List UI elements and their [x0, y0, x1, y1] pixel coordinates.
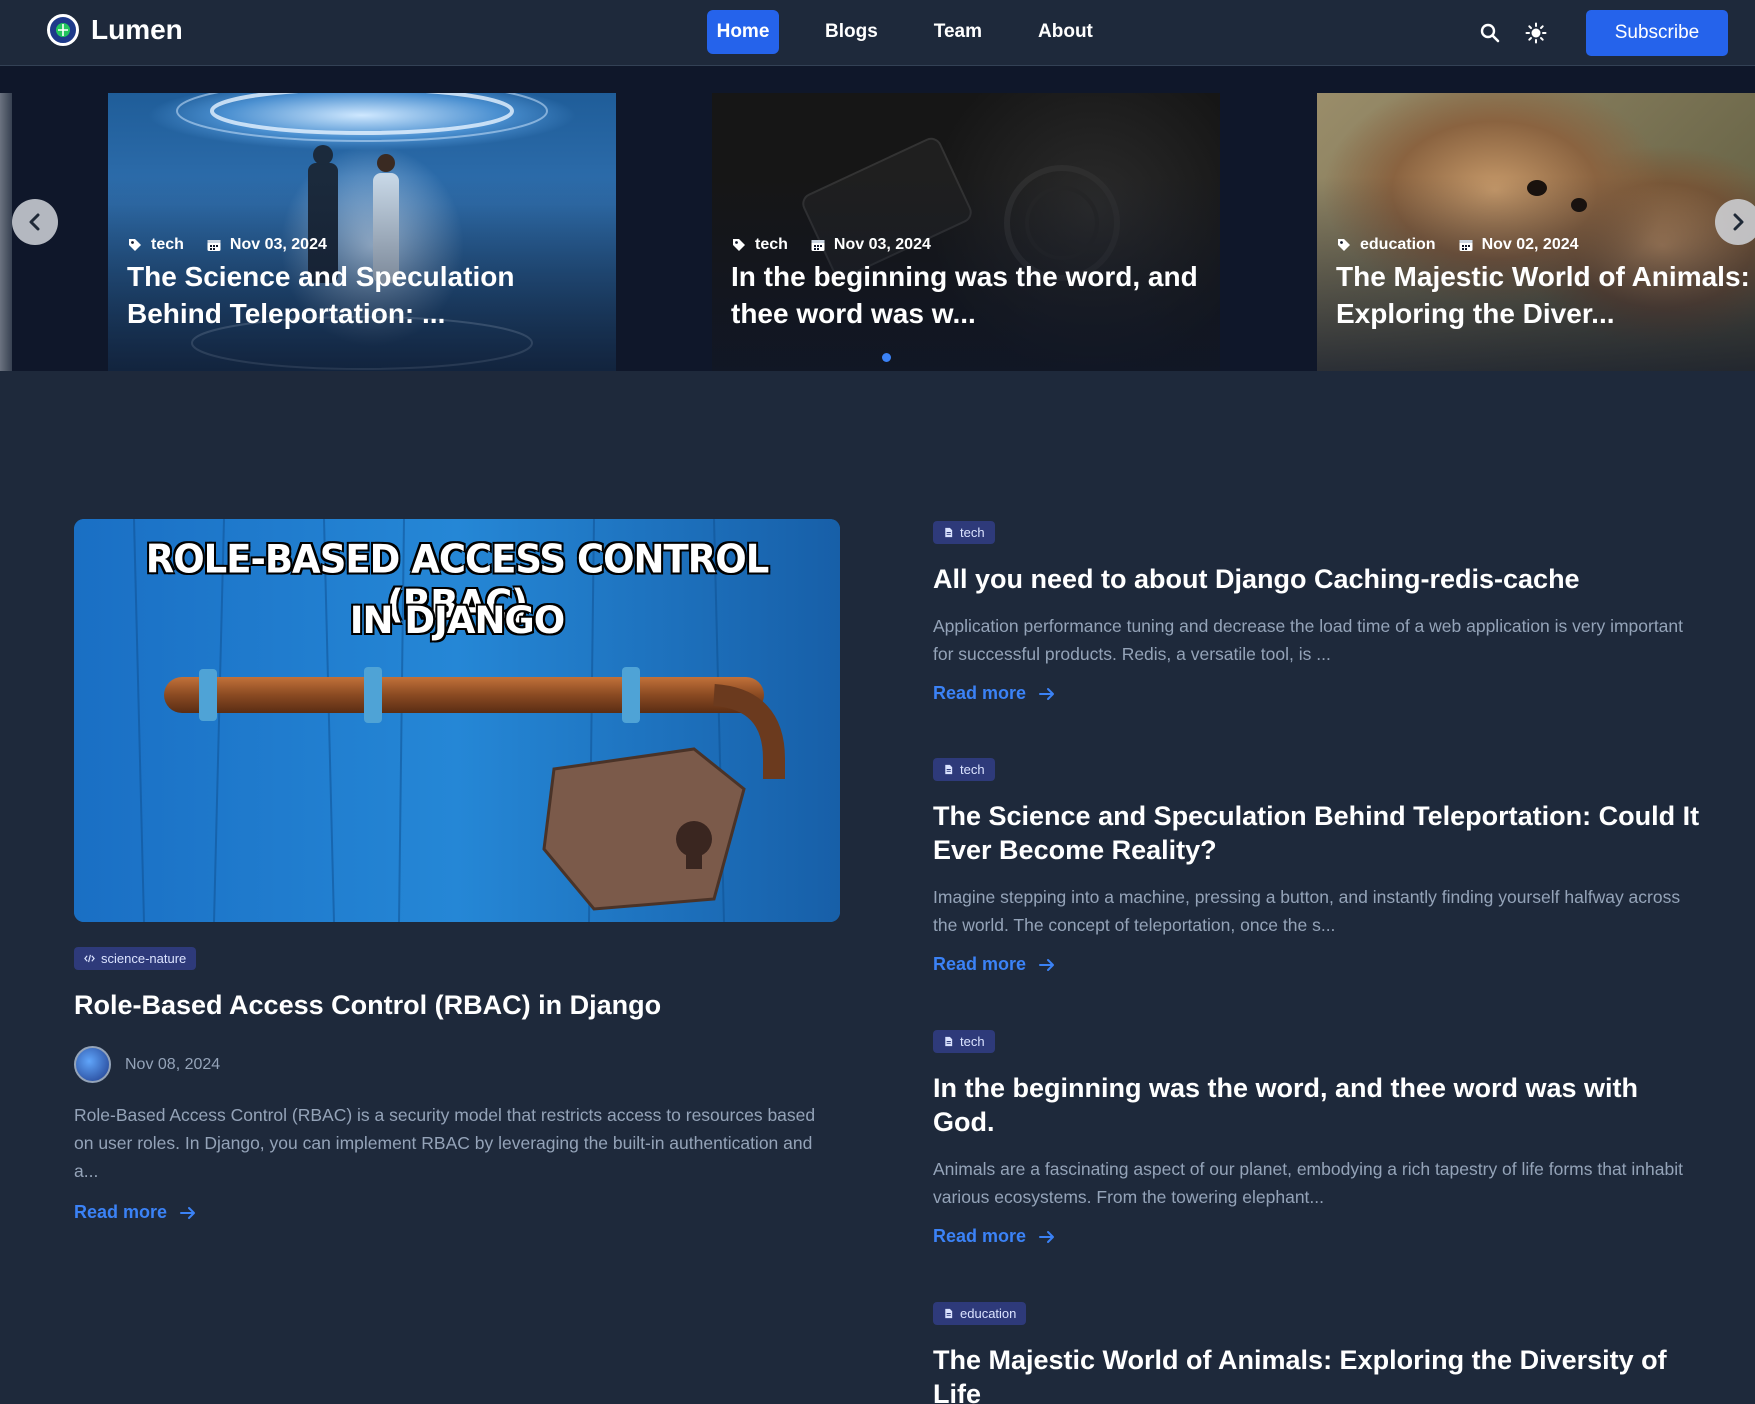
brand-logo-icon [47, 14, 79, 46]
slide-date-label: Nov 03, 2024 [833, 236, 931, 253]
featured-post-tag-label: science-nature [101, 951, 187, 966]
featured-carousel: tech Nov 03, 2024 The Science and Specul… [0, 66, 1755, 371]
brand[interactable]: Lumen [47, 14, 183, 46]
post-tag-label: tech [960, 762, 985, 777]
nav-actions: Subscribe [1476, 10, 1728, 56]
post-title[interactable]: All you need to about Django Caching-red… [933, 562, 1703, 596]
arrow-right-icon [1039, 1230, 1055, 1243]
document-icon [945, 1308, 953, 1319]
post-excerpt: Imagine stepping into a machine, pressin… [933, 887, 1681, 935]
avatar[interactable] [74, 1046, 111, 1083]
read-more-link[interactable]: Read more [933, 1226, 1703, 1247]
featured-post-author: Nov 08, 2024 [74, 1046, 220, 1083]
tag-icon [129, 239, 141, 251]
nav-blogs[interactable]: Blogs [815, 10, 888, 54]
read-more-link[interactable]: Read more [933, 683, 1703, 704]
carousel-slide[interactable]: tech Nov 03, 2024 In the beginning was t… [712, 93, 1220, 371]
arrow-right-icon [1039, 958, 1055, 971]
arrow-right-icon [1039, 687, 1055, 700]
read-more-label: Read more [933, 954, 1027, 974]
read-more-label: Read more [74, 1202, 168, 1222]
slide-date: Nov 02, 2024 [1458, 236, 1579, 254]
slide-category-label: education [1360, 236, 1436, 253]
read-more-link[interactable]: Read more [933, 954, 1703, 975]
post-tag[interactable]: tech [933, 758, 995, 781]
sun-icon[interactable] [1522, 19, 1550, 47]
search-icon[interactable] [1476, 19, 1504, 47]
featured-read-more-link[interactable]: Read more [74, 1202, 197, 1223]
brand-name: Lumen [91, 14, 183, 45]
subscribe-button[interactable]: Subscribe [1586, 10, 1728, 56]
carousel-prev-slide-edge [0, 93, 12, 371]
slide-category-label: tech [755, 236, 788, 253]
post-tag[interactable]: education [933, 1302, 1027, 1325]
slide-meta: tech Nov 03, 2024 [731, 236, 931, 254]
post-tag-label: education [960, 1306, 1017, 1321]
document-icon [945, 764, 953, 775]
nav-team[interactable]: Team [924, 10, 992, 54]
featured-post-tag[interactable]: science-nature [74, 947, 197, 970]
slide-title: The Science and Speculation Behind Telep… [127, 261, 515, 329]
tag-icon [1338, 239, 1350, 251]
code-icon [84, 954, 95, 963]
slide-date: Nov 03, 2024 [810, 236, 931, 254]
top-navbar: Lumen Home Blogs Team About Subscribe [0, 0, 1755, 66]
read-more-label: Read more [933, 683, 1027, 703]
slide-title: The Majestic World of Animals: Exploring… [1336, 261, 1750, 329]
chevron-left-icon [29, 213, 40, 231]
slide-category: education [1336, 236, 1436, 254]
post-tag[interactable]: tech [933, 1030, 995, 1053]
featured-post-date: Nov 08, 2024 [125, 1055, 221, 1073]
main-nav: Home Blogs Team About [707, 10, 1103, 54]
featured-image-caption-line2: IN DJANGO [349, 599, 566, 642]
read-more-label: Read more [933, 1226, 1027, 1246]
chevron-right-icon [1733, 213, 1744, 231]
carousel-pagination-dot[interactable] [882, 353, 891, 362]
tag-icon [733, 239, 745, 251]
slide-category: tech [731, 236, 788, 254]
post-tag[interactable]: tech [933, 521, 995, 544]
post-excerpt: Application performance tuning and decre… [933, 616, 1684, 664]
slide-date-label: Nov 02, 2024 [1481, 236, 1579, 253]
carousel-slide[interactable]: tech Nov 03, 2024 The Science and Specul… [108, 93, 616, 371]
document-icon [945, 527, 953, 538]
arrow-right-icon [180, 1206, 196, 1219]
featured-post-title[interactable]: Role-Based Access Control (RBAC) in Djan… [74, 990, 661, 1021]
document-icon [945, 1036, 953, 1047]
post-card: education The Majestic World of Animals:… [933, 1302, 1703, 1404]
nav-home[interactable]: Home [707, 10, 779, 54]
slide-title: In the beginning was the word, and thee … [731, 261, 1198, 329]
featured-post-excerpt: Role-Based Access Control (RBAC) is a se… [74, 1105, 816, 1181]
post-excerpt: Animals are a fascinating aspect of our … [933, 1159, 1683, 1207]
slide-date: Nov 03, 2024 [206, 236, 327, 254]
post-title[interactable]: The Science and Speculation Behind Telep… [933, 799, 1703, 867]
post-title[interactable]: In the beginning was the word, and thee … [933, 1071, 1703, 1139]
post-tag-label: tech [960, 1034, 985, 1049]
carousel-prev-button[interactable] [12, 199, 58, 245]
carousel-next-button[interactable] [1715, 199, 1755, 245]
post-card: tech All you need to about Django Cachin… [933, 521, 1703, 704]
calendar-icon [1459, 240, 1473, 251]
post-tag-label: tech [960, 525, 985, 540]
slide-meta: education Nov 02, 2024 [1336, 236, 1579, 254]
nav-about[interactable]: About [1028, 10, 1103, 54]
post-card: tech In the beginning was the word, and … [933, 1030, 1703, 1247]
slide-category: tech [127, 236, 184, 254]
featured-post-image[interactable]: ROLE-BASED ACCESS CONTROL (RBAC) IN DJAN… [74, 519, 840, 922]
carousel-slide[interactable]: education Nov 02, 2024 The Majestic Worl… [1317, 93, 1755, 371]
calendar-icon [811, 240, 825, 251]
slide-meta: tech Nov 03, 2024 [127, 236, 327, 254]
calendar-icon [207, 240, 221, 251]
slide-category-label: tech [151, 236, 184, 253]
post-card: tech The Science and Speculation Behind … [933, 758, 1703, 975]
post-title[interactable]: The Majestic World of Animals: Exploring… [933, 1343, 1703, 1404]
slide-date-label: Nov 03, 2024 [229, 236, 327, 253]
